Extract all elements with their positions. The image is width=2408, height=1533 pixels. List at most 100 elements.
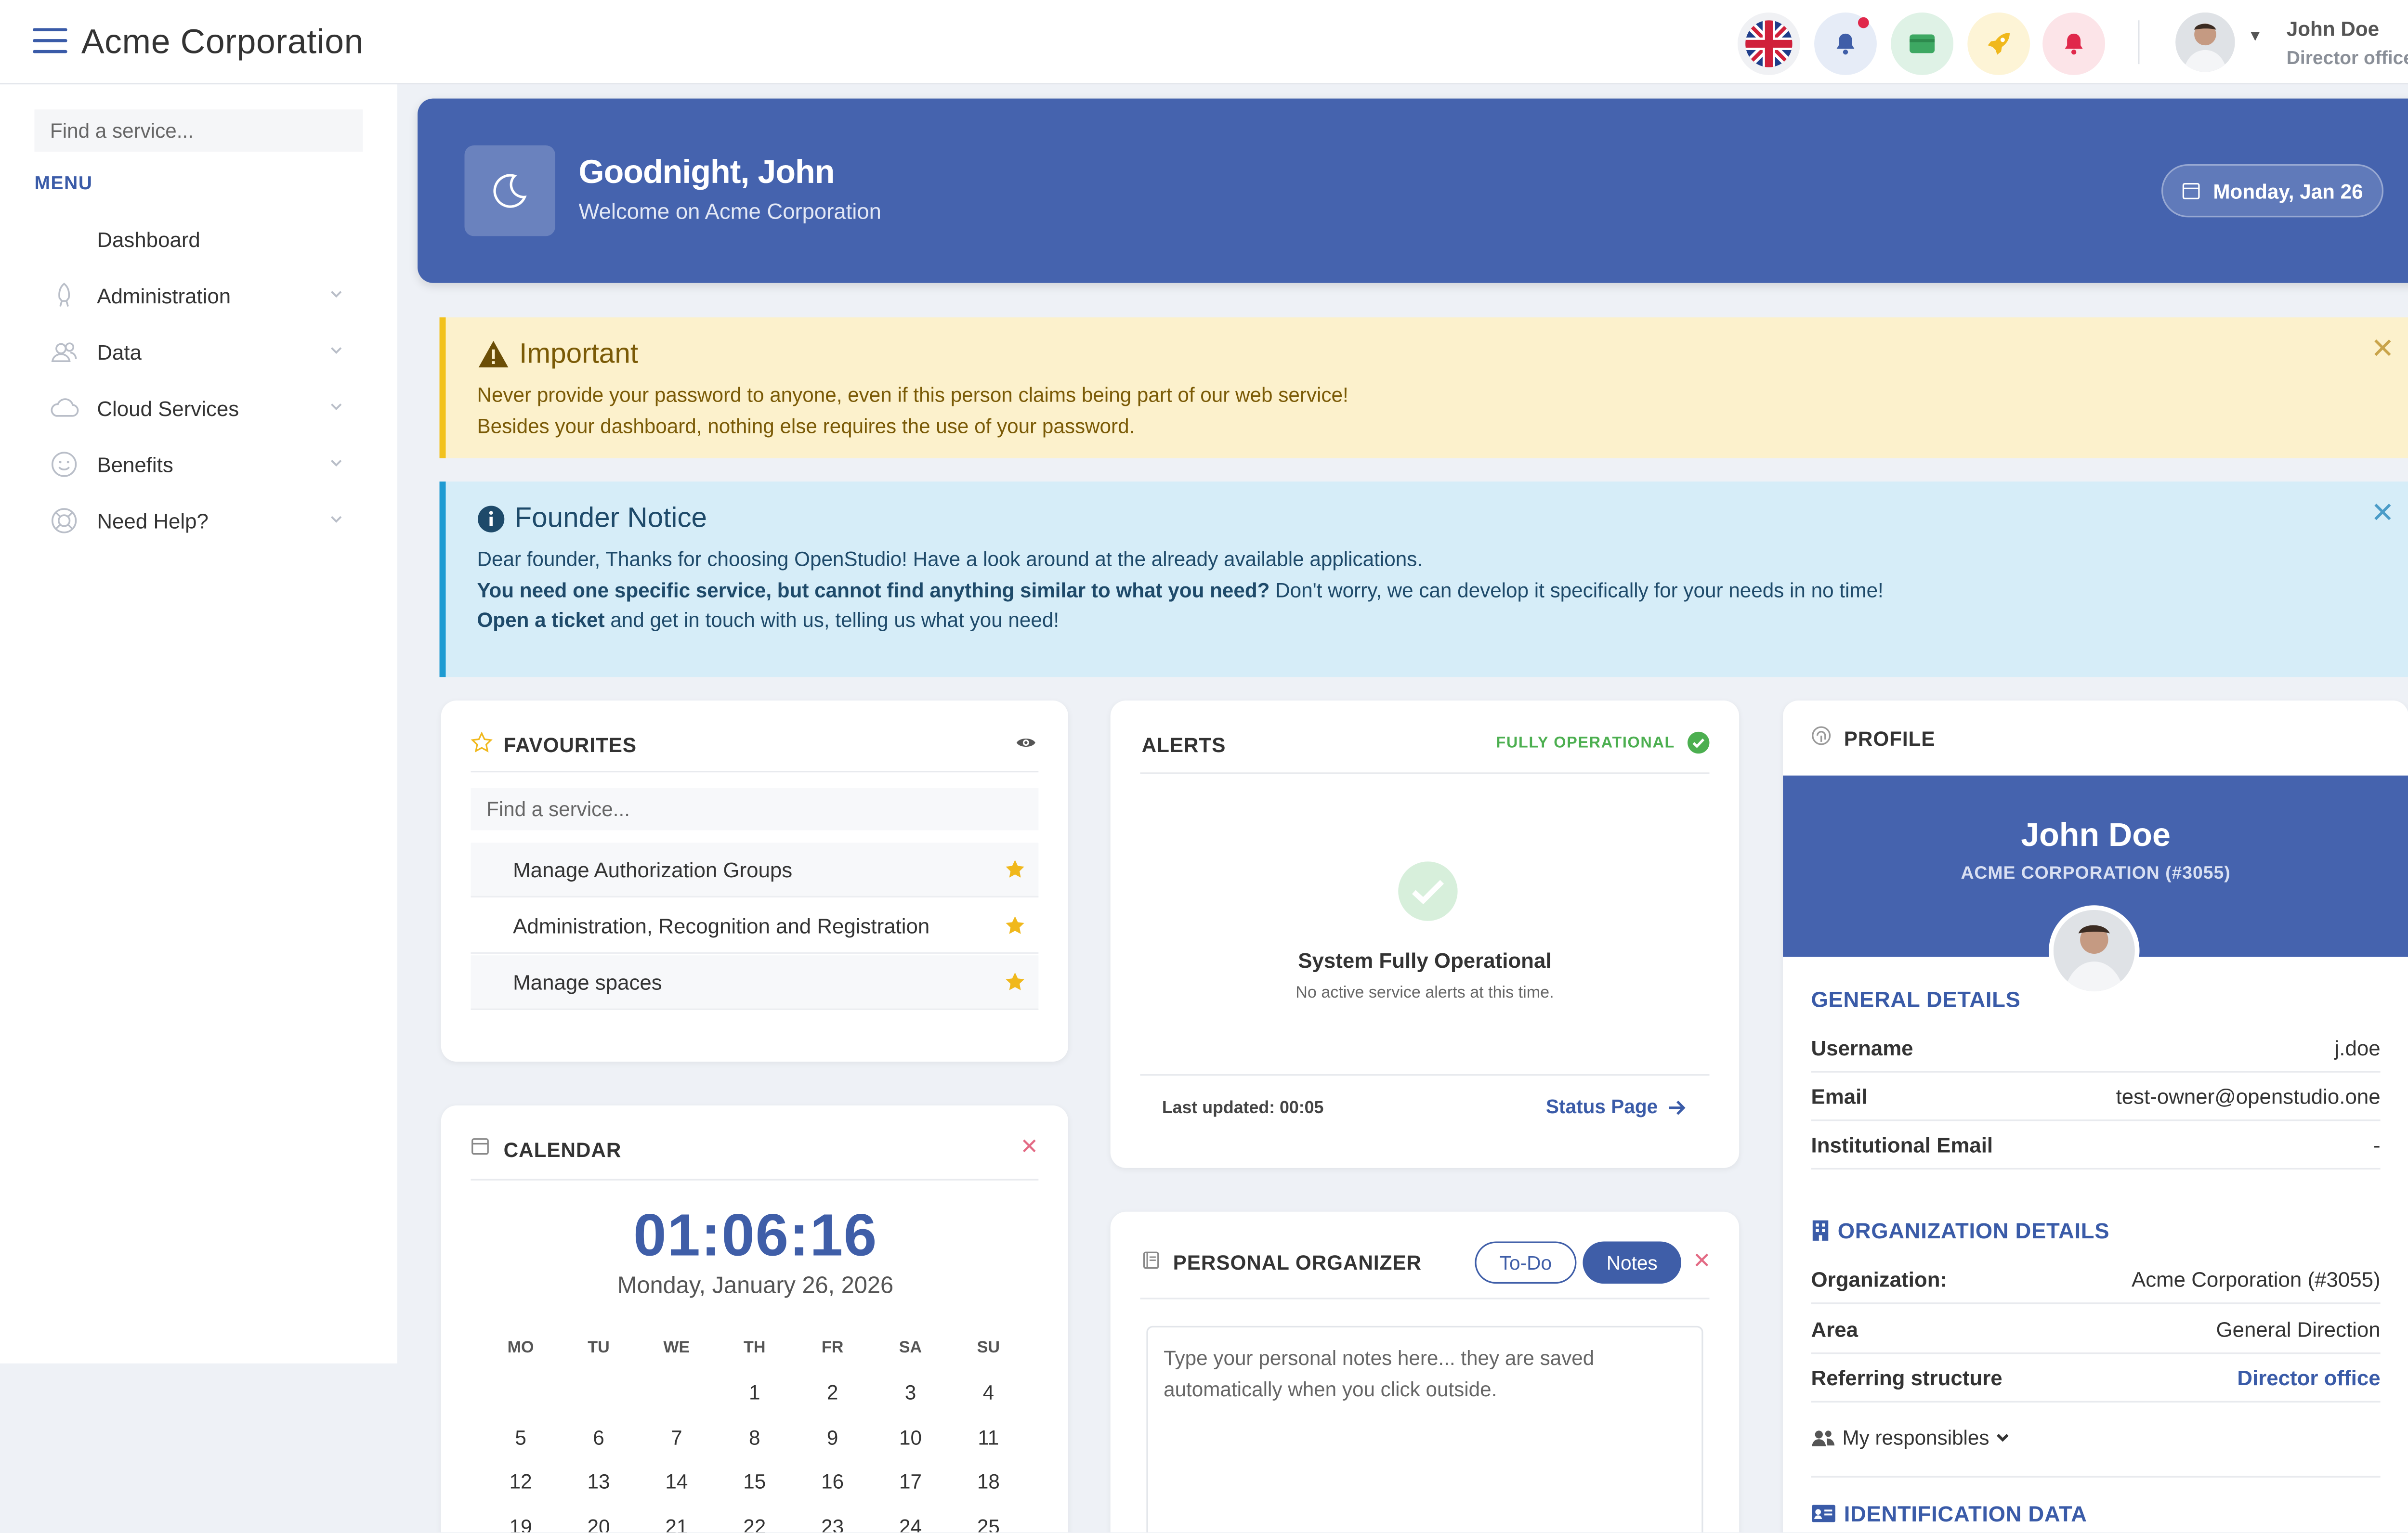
status-page-link[interactable]: Status Page — [1546, 1096, 1686, 1118]
day-cell[interactable]: 7 — [638, 1426, 716, 1449]
day-cell[interactable]: 18 — [949, 1470, 1027, 1494]
weekday-label: TU — [588, 1338, 610, 1358]
day-cell[interactable]: 1 — [716, 1381, 794, 1404]
sidebar-item-data[interactable]: Data — [34, 331, 363, 372]
star-icon[interactable] — [1004, 915, 1026, 936]
open-ticket-link[interactable]: Open a ticket — [477, 608, 604, 632]
greeting-subtitle: Welcome on Acme Corporation — [578, 198, 881, 224]
day-cell[interactable]: 11 — [949, 1426, 1027, 1449]
favourite-item[interactable]: Manage Authorization Groups — [471, 843, 1039, 898]
day-cell[interactable]: 16 — [794, 1470, 872, 1494]
day-cell[interactable]: 8 — [716, 1426, 794, 1449]
profile-avatar[interactable] — [2049, 905, 2140, 996]
close-icon[interactable]: ✕ — [2371, 333, 2395, 366]
favourite-item[interactable]: Administration, Recognition and Registra… — [471, 899, 1039, 954]
notifications-icon[interactable] — [1814, 12, 1877, 75]
day-cell[interactable]: 24 — [872, 1515, 950, 1533]
notes-textarea[interactable] — [1146, 1325, 1703, 1533]
day-cell[interactable]: 23 — [794, 1515, 872, 1533]
wallet-icon[interactable] — [1891, 12, 1954, 75]
profile-organization: ACME CORPORATION (#3055) — [1961, 864, 2231, 883]
day-cell[interactable]: 6 — [560, 1426, 638, 1449]
day-cell[interactable]: 19 — [482, 1515, 560, 1533]
close-icon[interactable]: ✕ — [1693, 1247, 1711, 1274]
important-line-2: Besides your dashboard, nothing else req… — [477, 413, 1135, 437]
day-cell[interactable]: 15 — [716, 1470, 794, 1494]
my-responsibles-toggle[interactable]: My responsibles — [1811, 1426, 2010, 1449]
identification-data-label: IDENTIFICATION DATA — [1844, 1501, 2087, 1526]
sidebar-item-label: Dashboard — [97, 227, 200, 251]
detail-row-email: Email test-owner@openstudio.one — [1811, 1073, 2381, 1121]
brand-title[interactable]: Acme Corporation — [81, 22, 364, 62]
date-text: Monday, Jan 26 — [2213, 179, 2363, 203]
day-cell[interactable]: 10 — [872, 1426, 950, 1449]
rocket-icon[interactable] — [1967, 12, 2030, 75]
user-name[interactable]: John Doe — [2287, 17, 2379, 41]
uk-flag-icon[interactable] — [1737, 12, 1800, 75]
day-cell[interactable]: 4 — [949, 1381, 1027, 1404]
day-cell[interactable]: 2 — [794, 1381, 872, 1404]
referring-structure-link[interactable]: Director office — [2237, 1366, 2380, 1390]
sidebar-item-administration[interactable]: Administration — [34, 275, 363, 316]
detail-key: Referring structure — [1811, 1366, 2002, 1390]
rocket-icon — [58, 283, 70, 307]
detail-row-area: Area General Direction — [1811, 1306, 2381, 1354]
star-outline-icon — [471, 731, 493, 753]
chevron-down-icon[interactable]: ▼ — [2248, 28, 2263, 45]
status-indicator: FULLY OPERATIONAL — [1496, 731, 1710, 754]
hamburger-menu-icon[interactable] — [33, 28, 67, 53]
welcome-banner: Goodnight, John Welcome on Acme Corporat… — [418, 98, 2408, 283]
divider — [471, 770, 1039, 773]
close-icon[interactable]: ✕ — [1020, 1133, 1038, 1160]
weekday-label: WE — [663, 1338, 690, 1358]
user-avatar[interactable] — [2175, 12, 2235, 72]
eye-icon[interactable] — [1015, 735, 1037, 750]
close-icon[interactable]: ✕ — [2371, 497, 2395, 530]
day-cell[interactable]: 17 — [872, 1470, 950, 1494]
weekday-label: SU — [977, 1338, 1000, 1358]
divider — [1140, 1298, 1710, 1299]
warning-icon — [478, 340, 509, 368]
founder-notice: Founder Notice Dear founder, Thanks for … — [439, 481, 2408, 677]
day-cell[interactable]: 12 — [482, 1470, 560, 1494]
chevron-down-icon — [331, 291, 342, 298]
sidebar-item-label: Benefits — [97, 453, 173, 476]
day-cell[interactable]: 22 — [716, 1515, 794, 1533]
sidebar-search-input[interactable] — [34, 109, 363, 152]
founder-line-1: Dear founder, Thanks for choosing OpenSt… — [477, 547, 1423, 571]
sidebar-item-dashboard[interactable]: Dashboard — [34, 219, 363, 260]
users-icon — [1812, 1429, 1835, 1446]
founder-line-2-bold: You need one specific service, but canno… — [477, 577, 1270, 601]
favourite-label: Manage Authorization Groups — [513, 858, 793, 882]
day-cell[interactable]: 13 — [560, 1470, 638, 1494]
star-icon[interactable] — [1004, 971, 1026, 993]
clock-date: Monday, January 26, 2026 — [617, 1273, 894, 1299]
greeting-title: Goodnight, John — [578, 155, 835, 191]
favourite-item[interactable]: Manage spaces — [471, 955, 1039, 1010]
tab-todo[interactable]: To-Do — [1475, 1241, 1577, 1284]
important-title: Important — [519, 338, 639, 369]
day-cell[interactable]: 3 — [872, 1381, 950, 1404]
tab-notes[interactable]: Notes — [1583, 1241, 1682, 1284]
star-icon[interactable] — [1004, 858, 1026, 880]
day-cell[interactable]: 5 — [482, 1426, 560, 1449]
divider — [1811, 1476, 2381, 1478]
day-cell[interactable]: 20 — [560, 1515, 638, 1533]
organization-details-heading: ORGANIZATION DETAILS — [1811, 1218, 2110, 1243]
alarm-icon[interactable] — [2042, 12, 2106, 75]
date-badge[interactable]: Monday, Jan 26 — [2161, 164, 2384, 218]
notification-dot — [1858, 17, 1869, 28]
day-cell[interactable]: 9 — [794, 1426, 872, 1449]
sidebar-item-cloud-services[interactable]: Cloud Services — [34, 388, 363, 428]
week-row: 19 20 21 22 23 24 25 — [482, 1504, 1027, 1533]
sidebar-item-benefits[interactable]: Benefits — [34, 444, 363, 484]
favourites-search-input[interactable] — [471, 788, 1039, 831]
notebook-icon — [1143, 1251, 1159, 1269]
users-icon — [51, 342, 77, 362]
day-cell[interactable]: 21 — [638, 1515, 716, 1533]
day-cell[interactable]: 14 — [638, 1470, 716, 1494]
sidebar-item-label: Data — [97, 340, 142, 364]
profile-title: PROFILE — [1844, 727, 1936, 751]
sidebar-item-need-help[interactable]: Need Help? — [34, 500, 363, 541]
day-cell[interactable]: 25 — [949, 1515, 1027, 1533]
